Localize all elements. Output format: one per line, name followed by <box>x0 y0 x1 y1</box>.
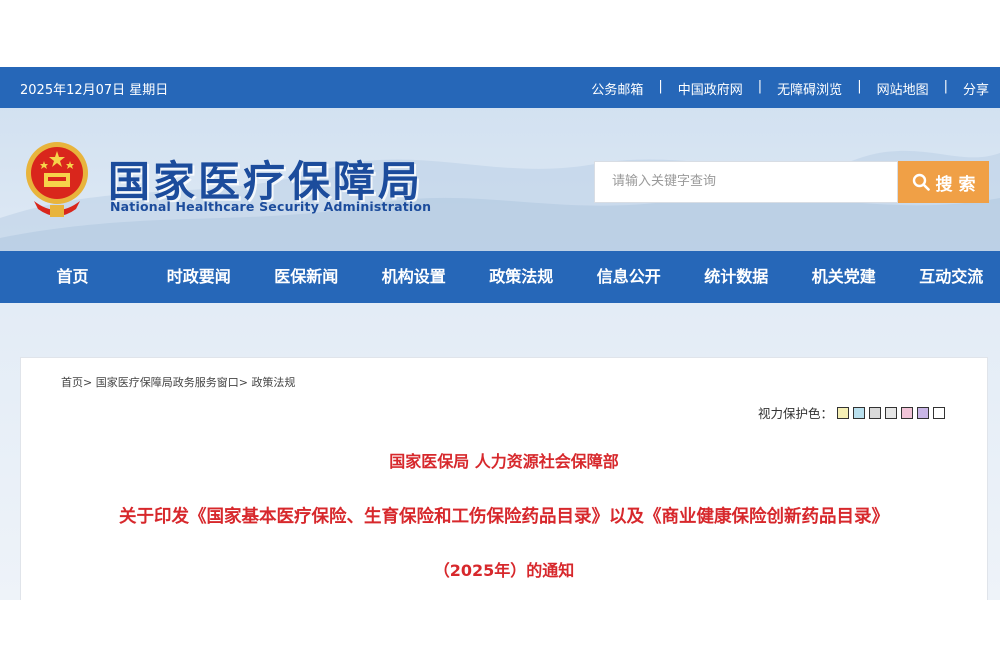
breadcrumb-service-window[interactable]: 国家医疗保障局政务服务窗口 <box>96 376 239 389</box>
top-links: 公务邮箱 | 中国政府网 | 无障碍浏览 | 网站地图 | 分享 <box>591 79 989 98</box>
page-frame: 2025年12月07日 星期日 公务邮箱 | 中国政府网 | 无障碍浏览 | 网… <box>0 67 1000 600</box>
nav-medical-insurance-news[interactable]: 医保新闻 <box>253 251 361 303</box>
separator: | <box>658 79 663 94</box>
site-subtitle-english: National Healthcare Security Administrat… <box>110 199 432 214</box>
nav-current-affairs[interactable]: 时政要闻 <box>145 251 253 303</box>
nav-party-building[interactable]: 机关党建 <box>790 251 898 303</box>
nav-statistics[interactable]: 统计数据 <box>683 251 791 303</box>
nav-organization[interactable]: 机构设置 <box>360 251 468 303</box>
breadcrumb-separator: > <box>83 376 93 389</box>
color-swatch-blue[interactable] <box>853 406 866 419</box>
article-issuers: 国家医保局 人力资源社会保障部 <box>389 452 619 471</box>
breadcrumb: 首页> 国家医疗保障局政务服务窗口> 政策法规 <box>61 374 295 390</box>
breadcrumb-policies[interactable]: 政策法规 <box>251 376 295 389</box>
eye-protection-label: 视力保护色： <box>758 406 834 421</box>
article-title: 关于印发《国家基本医疗保险、生育保险和工伤保险药品目录》以及《商业健康保险创新药… <box>119 507 889 527</box>
search-button[interactable]: 搜 索 <box>898 161 989 203</box>
nav-home[interactable]: 首页 <box>0 251 145 303</box>
color-swatch-yellow[interactable] <box>837 406 850 419</box>
nav-information-disclosure[interactable]: 信息公开 <box>575 251 683 303</box>
link-accessibility[interactable]: 无障碍浏览 <box>777 79 842 98</box>
separator: | <box>857 79 862 94</box>
link-share[interactable]: 分享 <box>963 79 989 98</box>
nav-policies[interactable]: 政策法规 <box>468 251 576 303</box>
search-button-label: 搜 索 <box>935 174 976 195</box>
nav-interaction[interactable]: 互动交流 <box>898 251 1000 303</box>
link-gov-cn[interactable]: 中国政府网 <box>678 79 743 98</box>
current-date: 2025年12月07日 星期日 <box>20 83 169 98</box>
search-icon <box>912 173 930 191</box>
color-swatch-purple[interactable] <box>917 406 930 419</box>
national-emblem-icon <box>26 142 88 217</box>
separator: | <box>757 79 763 94</box>
article-title-suffix: （2025年）的通知 <box>433 561 575 580</box>
article-card: 首页> 国家医疗保障局政务服务窗口> 政策法规 视力保护色： 国家医保局 人力资… <box>20 357 988 600</box>
color-swatch-pink[interactable] <box>901 406 914 419</box>
breadcrumb-separator: > <box>238 376 248 389</box>
color-swatch-light-gray[interactable] <box>885 406 898 419</box>
search-input[interactable]: 请输入关键字查询 <box>594 161 898 203</box>
site-header: 国家医疗保障局 National Healthcare Security Adm… <box>0 108 1000 251</box>
breadcrumb-home[interactable]: 首页 <box>61 376 83 389</box>
top-bar: 2025年12月07日 星期日 公务邮箱 | 中国政府网 | 无障碍浏览 | 网… <box>0 67 1000 108</box>
color-swatch-gray[interactable] <box>869 406 882 419</box>
link-sitemap[interactable]: 网站地图 <box>877 79 929 98</box>
main-nav: 首页 时政要闻 医保新闻 机构设置 政策法规 信息公开 统计数据 机关党建 互动… <box>0 251 1000 303</box>
eye-protection-color-picker: 视力保护色： <box>758 403 946 422</box>
separator: | <box>943 79 948 94</box>
link-mailbox[interactable]: 公务邮箱 <box>591 79 643 98</box>
color-swatch-white[interactable] <box>933 406 946 419</box>
